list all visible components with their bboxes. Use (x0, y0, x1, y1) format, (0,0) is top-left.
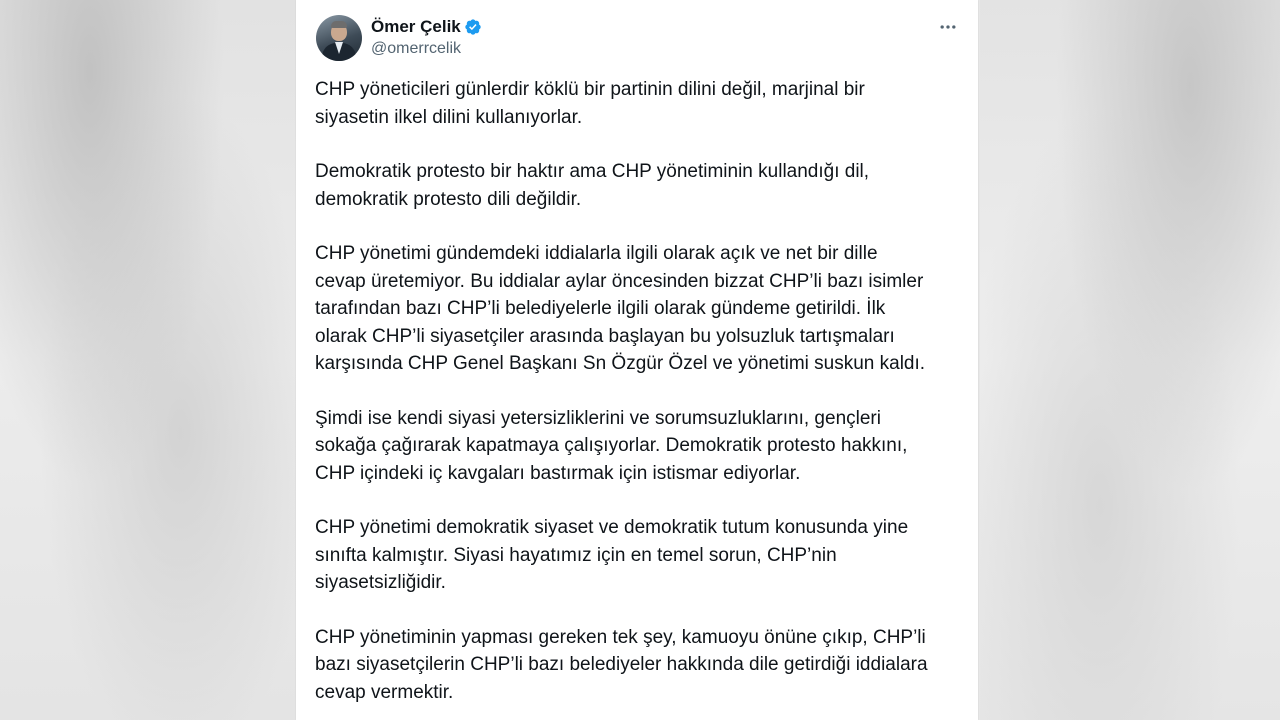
tweet-paragraph: CHP yönetimi gündemdeki iddialarla ilgil… (315, 243, 926, 374)
tweet-paragraph: CHP yönetimi demokratik siyaset ve demok… (315, 517, 909, 593)
tweet-paragraph: Şimdi ise kendi siyasi yetersizliklerini… (315, 407, 908, 484)
tweet-paragraph: Demokratik protesto bir haktır ama CHP y… (315, 161, 870, 210)
author-handle[interactable]: @omerrcelik (371, 39, 461, 59)
more-horizontal-icon[interactable] (936, 15, 960, 39)
avatar[interactable] (316, 15, 362, 61)
blurred-background-right (980, 0, 1280, 720)
author-display-name[interactable]: Ömer Çelik (371, 16, 461, 38)
tweet-paragraph: CHP yöneticileri günlerdir köklü bir par… (315, 79, 865, 128)
tweet-paragraph: CHP yönetiminin yapması gereken tek şey,… (315, 626, 928, 703)
tweet-text: CHP yöneticileri günlerdir köklü bir par… (315, 76, 965, 720)
verified-badge-icon (464, 18, 482, 36)
tweet-header: Ömer Çelik @omerrcelik (316, 15, 960, 63)
tweet-card: Ömer Çelik @omerrcelik CHP yöneticileri … (296, 0, 978, 720)
author-name-row[interactable]: Ömer Çelik (371, 16, 482, 38)
blurred-background-left (0, 0, 300, 720)
